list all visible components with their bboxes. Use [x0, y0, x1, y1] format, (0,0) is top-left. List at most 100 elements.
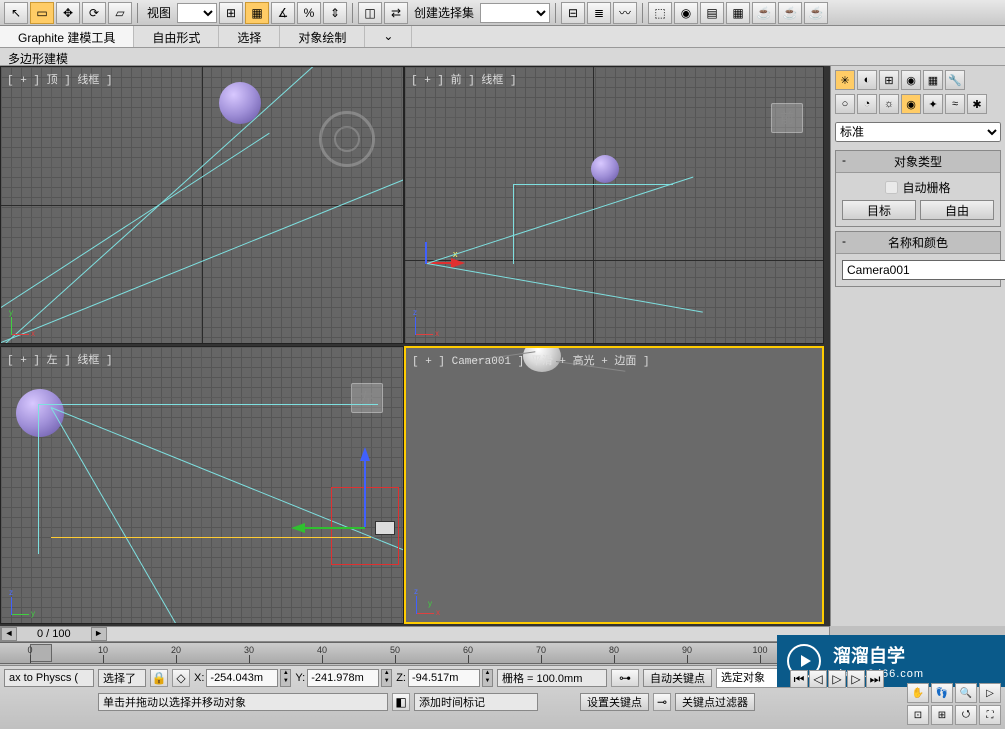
utilities-tab-icon[interactable]: 🔧 — [945, 70, 965, 90]
viewport-camera[interactable]: [ + ] Camera001 ] 平滑 + 高光 + 边面 ] x z y — [404, 346, 824, 624]
set-key-button[interactable]: 设置关键点 — [580, 693, 649, 711]
tab-graphite[interactable]: Graphite 建模工具 — [0, 26, 134, 47]
sphere-object[interactable] — [16, 389, 64, 437]
percent-snap-icon[interactable]: % — [297, 2, 321, 24]
zoom-icon[interactable]: 🔍 — [955, 683, 977, 703]
select-region-icon[interactable]: ▭ — [30, 2, 54, 24]
named-sel-icon[interactable]: ◫ — [358, 2, 382, 24]
zoom-extents-icon[interactable]: ⊞ — [931, 705, 953, 725]
x-coord-input[interactable] — [206, 669, 278, 687]
lock-icon[interactable]: 🔒 — [150, 669, 168, 687]
rotate-icon[interactable]: ⟳ — [82, 2, 106, 24]
object-name-input[interactable] — [842, 260, 1005, 280]
free-camera-button[interactable]: 自由 — [920, 200, 994, 220]
time-tag-icon[interactable]: ◧ — [392, 693, 410, 711]
rollout-header[interactable]: -名称和颜色 — [836, 232, 1000, 254]
time-slider-handle[interactable] — [30, 644, 52, 662]
viewport-left[interactable]: [ + ] 左 ] 线框 ] 左 y z — [0, 346, 404, 624]
rollout-header[interactable]: -对象类型 — [836, 151, 1000, 173]
goto-end-icon[interactable]: ⏭ — [866, 670, 884, 688]
zoom-all-icon[interactable]: ⊡ — [907, 705, 929, 725]
gizmo-y[interactable] — [301, 527, 365, 529]
render-prod-icon[interactable]: ☕ — [804, 2, 828, 24]
move-icon[interactable]: ✥ — [56, 2, 80, 24]
viewport-label[interactable]: [ + ] 前 ] 线框 ] — [411, 71, 517, 87]
script-listener[interactable]: ax to Physcs ( — [4, 669, 94, 687]
modify-tab-icon[interactable]: ◐ — [857, 70, 877, 90]
render-setup-icon[interactable]: ▤ — [700, 2, 724, 24]
cameras-icon[interactable]: ◉ — [901, 94, 921, 114]
view-select[interactable] — [177, 3, 217, 23]
maximize-icon[interactable]: ⛶ — [979, 705, 1001, 725]
schematic-icon[interactable]: ⬚ — [648, 2, 672, 24]
viewport-label[interactable]: [ + ] 顶 ] 线框 ] — [7, 71, 113, 87]
render-icon[interactable]: ☕ — [752, 2, 776, 24]
curve-editor-icon[interactable]: 〰 — [613, 2, 637, 24]
frame-scrollbar[interactable]: ◄ 0 / 100 ► — [0, 626, 830, 642]
scroll-left-icon[interactable]: ◄ — [1, 627, 17, 641]
ribbon-sub[interactable]: 多边形建模 — [0, 48, 1005, 66]
fov-icon[interactable]: ▷ — [979, 683, 1001, 703]
walk-icon[interactable]: 👣 — [931, 683, 953, 703]
lights-icon[interactable]: ☼ — [879, 94, 899, 114]
sel-set-select[interactable] — [480, 3, 550, 23]
helpers-icon[interactable]: ✦ — [923, 94, 943, 114]
angle-snap-icon[interactable]: ∡ — [271, 2, 295, 24]
viewport-top[interactable]: [ + ] 顶 ] 线框 ] x y — [0, 66, 404, 344]
camera-icon[interactable] — [375, 521, 395, 535]
display-tab-icon[interactable]: ▦ — [923, 70, 943, 90]
viewcube-icon[interactable]: 左 — [351, 383, 383, 413]
viewport-label[interactable]: [ + ] 左 ] 线框 ] — [7, 351, 113, 367]
target-camera-button[interactable]: 目标 — [842, 200, 916, 220]
prev-frame-icon[interactable]: ◁ — [809, 670, 827, 688]
tab-paint[interactable]: 对象绘制 — [280, 26, 365, 47]
render-last-icon[interactable]: ☕ — [778, 2, 802, 24]
systems-icon[interactable]: ✱ — [967, 94, 987, 114]
motion-tab-icon[interactable]: ◉ — [901, 70, 921, 90]
shapes-icon[interactable]: ◔ — [857, 94, 877, 114]
mirror-icon[interactable]: ⇄ — [384, 2, 408, 24]
cursor-icon[interactable]: ↖ — [4, 2, 28, 24]
add-time-tag[interactable]: 添加时间标记 — [414, 693, 538, 711]
next-frame-icon[interactable]: ▷ — [847, 670, 865, 688]
viewport-label[interactable]: [ + ] Camera001 ] 平滑 + 高光 + 边面 ] — [412, 352, 650, 368]
tab-expand[interactable]: ⌄ — [365, 26, 412, 47]
key-icon[interactable]: ⊸ — [653, 693, 671, 711]
goto-start-icon[interactable]: ⏮ — [790, 670, 808, 688]
hierarchy-tab-icon[interactable]: ⊞ — [879, 70, 899, 90]
align-icon[interactable]: ⊟ — [561, 2, 585, 24]
create-tab-icon[interactable]: ✳ — [835, 70, 855, 90]
key-filters-button[interactable]: 关键点过滤器 — [675, 693, 755, 711]
render-frame-icon[interactable]: ▦ — [726, 2, 750, 24]
y-coord-input[interactable] — [307, 669, 379, 687]
pan-icon[interactable]: ✋ — [907, 683, 929, 703]
steering-wheel-icon[interactable] — [319, 111, 375, 167]
autogrid-checkbox[interactable] — [885, 181, 898, 194]
geometry-icon[interactable]: ○ — [835, 94, 855, 114]
play-icon[interactable]: ▷ — [828, 670, 846, 688]
scale-icon[interactable]: ▱ — [108, 2, 132, 24]
key-mode-icon[interactable]: ⊶ — [611, 669, 639, 687]
material-icon[interactable]: ◉ — [674, 2, 698, 24]
viewcube-icon[interactable]: 前 — [771, 103, 803, 133]
snap-icon[interactable]: ⊞ — [219, 2, 243, 24]
snap-toggle-icon[interactable]: ▦ — [245, 2, 269, 24]
gizmo-z[interactable] — [425, 242, 427, 264]
isolate-icon[interactable]: ◇ — [172, 669, 190, 687]
spinner-snap-icon[interactable]: ⇕ — [323, 2, 347, 24]
subcategory-select[interactable]: 标准 — [835, 122, 1001, 142]
layers-icon[interactable]: ≣ — [587, 2, 611, 24]
y-spinner[interactable]: ▲▼ — [381, 669, 392, 687]
tab-freeform[interactable]: 自由形式 — [134, 26, 219, 47]
viewport-front[interactable]: [ + ] 前 ] 线框 ] 前 x x z — [404, 66, 824, 344]
scroll-track[interactable] — [107, 627, 829, 641]
time-ruler[interactable]: 0102030405060708090100 — [0, 642, 830, 664]
sphere-object[interactable] — [591, 155, 619, 183]
auto-key-button[interactable]: 自动关键点 — [643, 669, 712, 687]
gizmo-z[interactable] — [364, 457, 366, 527]
spacewarps-icon[interactable]: ≈ — [945, 94, 965, 114]
x-spinner[interactable]: ▲▼ — [280, 669, 291, 687]
z-coord-input[interactable] — [408, 669, 480, 687]
scroll-right-icon[interactable]: ► — [91, 627, 107, 641]
z-spinner[interactable]: ▲▼ — [482, 669, 493, 687]
